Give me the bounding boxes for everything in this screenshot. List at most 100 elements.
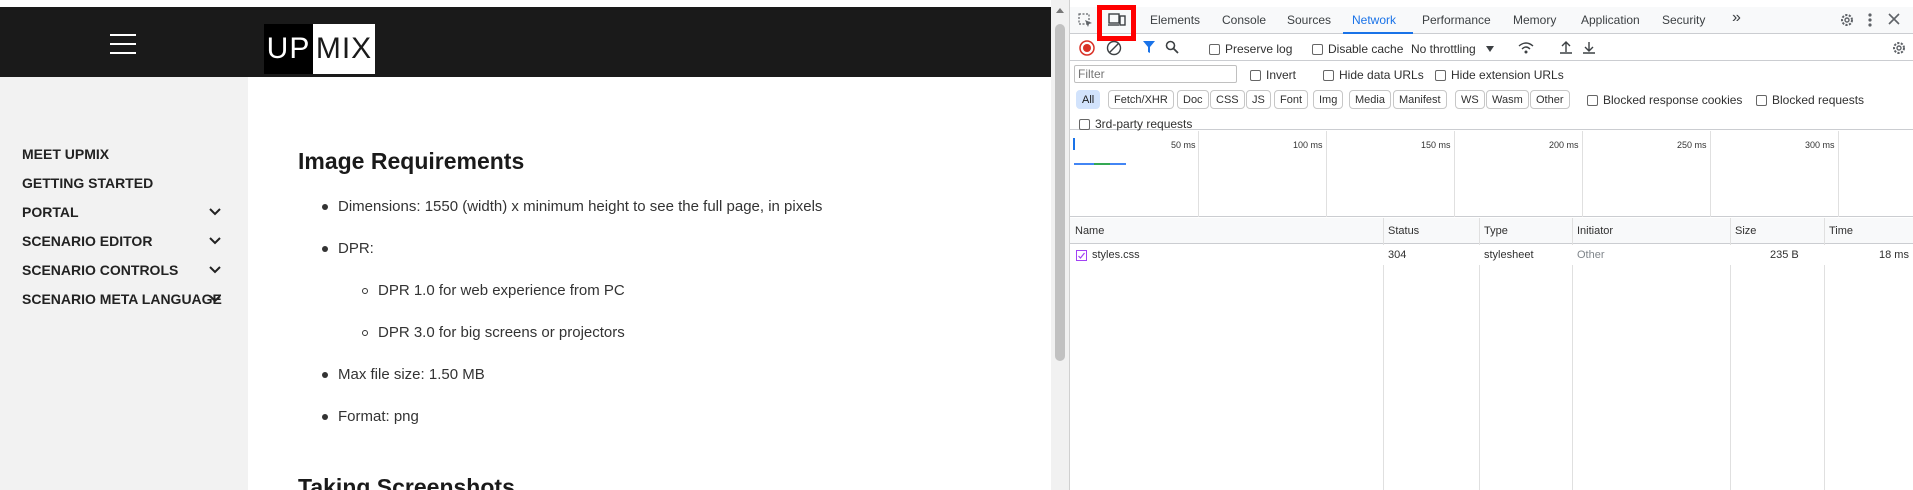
hide-extension-urls-checkbox[interactable]: Hide extension URLs: [1435, 68, 1564, 82]
site-header: UP MIX: [0, 7, 1051, 77]
tab-elements[interactable]: Elements: [1150, 13, 1200, 27]
type-filter-other[interactable]: Other: [1530, 90, 1570, 109]
type-filter-ws[interactable]: WS: [1455, 90, 1485, 109]
chevron-down-icon[interactable]: [208, 234, 222, 248]
nav-label: MEET UPMIX: [22, 146, 110, 162]
inspect-element-icon[interactable]: [1078, 13, 1094, 29]
type-filter-wasm[interactable]: Wasm: [1486, 90, 1529, 109]
scroll-thumb[interactable]: [1055, 24, 1065, 361]
type-filter-fetch-xhr[interactable]: Fetch/XHR: [1108, 90, 1174, 109]
record-stop-icon[interactable]: [1079, 40, 1095, 56]
import-har-icon[interactable]: [1559, 40, 1573, 54]
close-icon[interactable]: [1888, 13, 1900, 25]
nav-scenario-controls[interactable]: SCENARIO CONTROLS: [22, 259, 222, 281]
nav-meet-upmix[interactable]: MEET UPMIX: [22, 143, 222, 165]
chevron-down-icon[interactable]: [208, 292, 222, 306]
heading-taking-screenshots: Taking Screenshots: [298, 474, 515, 490]
tab-memory[interactable]: Memory: [1513, 13, 1556, 27]
column-type[interactable]: Type: [1484, 225, 1508, 237]
blocked-response-cookies-label: Blocked response cookies: [1603, 93, 1743, 107]
filter-input[interactable]: [1074, 65, 1237, 83]
request-name: styles.css: [1092, 249, 1140, 261]
chevron-down-icon[interactable]: [208, 205, 222, 219]
blocked-requests-checkbox[interactable]: Blocked requests: [1756, 93, 1864, 107]
timeline-gridline: [1198, 131, 1199, 217]
list-item: DPR 1.0 for web experience from PC: [362, 282, 625, 299]
preserve-log-checkbox[interactable]: Preserve log: [1209, 42, 1292, 56]
page-scrollbar[interactable]: [1051, 0, 1069, 490]
column-status[interactable]: Status: [1388, 225, 1419, 237]
column-time[interactable]: Time: [1829, 225, 1853, 237]
hamburger-menu-icon[interactable]: [110, 34, 136, 54]
scroll-up-arrow-icon[interactable]: [1056, 8, 1064, 13]
hide-data-urls-checkbox[interactable]: Hide data URLs: [1323, 68, 1424, 82]
upmix-logo[interactable]: UP MIX: [264, 24, 375, 74]
sub-bullet-text: DPR 1.0 for web experience from PC: [378, 282, 625, 299]
nav-label: SCENARIO EDITOR: [22, 233, 153, 249]
blocked-response-cookies-checkbox[interactable]: Blocked response cookies: [1587, 93, 1742, 107]
timeline-tick-label: 150 ms: [1421, 140, 1451, 150]
timeline-bar: [1094, 163, 1110, 165]
network-overview-timeline[interactable]: 50 ms 100 ms 150 ms 200 ms 250 ms 300 ms: [1070, 131, 1913, 217]
type-filter-doc[interactable]: Doc: [1177, 90, 1209, 109]
more-options-icon[interactable]: [1867, 12, 1873, 28]
search-icon[interactable]: [1165, 40, 1179, 54]
more-tabs-icon[interactable]: »: [1732, 9, 1741, 27]
disable-cache-label: Disable cache: [1328, 42, 1404, 56]
type-filter-all[interactable]: All: [1076, 90, 1101, 109]
table-row[interactable]: styles.css 304 stylesheet Other 235 B 18…: [1070, 245, 1913, 265]
network-settings-gear-icon[interactable]: [1891, 40, 1907, 56]
type-filter-css[interactable]: CSS: [1210, 90, 1245, 109]
list-item: DPR:: [322, 240, 374, 257]
column-name[interactable]: Name: [1075, 225, 1104, 237]
timeline-start-marker: [1073, 138, 1075, 150]
tab-network[interactable]: Network: [1352, 13, 1396, 27]
nav-getting-started[interactable]: GETTING STARTED: [22, 172, 222, 194]
list-item: Dimensions: 1550 (width) x minimum heigh…: [322, 198, 822, 215]
timeline-bar: [1074, 163, 1094, 165]
nav-portal[interactable]: PORTAL: [22, 201, 222, 223]
request-time: 18 ms: [1879, 249, 1909, 261]
logo-mix: MIX: [313, 24, 375, 74]
column-size[interactable]: Size: [1735, 225, 1756, 237]
bullet-text: Format: png: [338, 408, 419, 425]
clear-icon[interactable]: [1106, 40, 1122, 56]
type-filter-font[interactable]: Font: [1274, 90, 1309, 109]
disable-cache-checkbox[interactable]: Disable cache: [1312, 42, 1403, 56]
filter-bar: Invert Hide data URLs Hide extension URL…: [1070, 62, 1913, 131]
sidebar-nav: MEET UPMIX GETTING STARTED PORTAL SCENAR…: [0, 77, 248, 490]
invert-checkbox[interactable]: Invert: [1250, 68, 1296, 82]
type-filter-manifest[interactable]: Manifest: [1393, 90, 1447, 109]
timeline-tick-label: 100 ms: [1293, 140, 1323, 150]
tab-application[interactable]: Application: [1581, 13, 1640, 27]
request-type: stylesheet: [1484, 249, 1534, 261]
tab-performance[interactable]: Performance: [1422, 13, 1491, 27]
timeline-gridline: [1582, 131, 1583, 217]
chevron-down-icon[interactable]: [208, 263, 222, 277]
type-filter-img[interactable]: Img: [1313, 90, 1344, 109]
network-conditions-icon[interactable]: [1518, 41, 1534, 55]
filter-funnel-icon[interactable]: [1142, 40, 1156, 54]
nav-label: PORTAL: [22, 204, 79, 220]
nav-scenario-editor[interactable]: SCENARIO EDITOR: [22, 230, 222, 252]
timeline-tick-label: 300 ms: [1805, 140, 1835, 150]
tab-security[interactable]: Security: [1662, 13, 1705, 27]
type-filter-js[interactable]: JS: [1246, 90, 1271, 109]
type-filter-media[interactable]: Media: [1349, 90, 1391, 109]
throttling-select[interactable]: No throttling: [1411, 42, 1494, 56]
column-initiator[interactable]: Initiator: [1577, 225, 1613, 237]
list-item: Max file size: 1.50 MB: [322, 366, 485, 383]
logo-up: UP: [264, 24, 313, 74]
timeline-gridline: [1710, 131, 1711, 217]
export-har-icon[interactable]: [1582, 40, 1596, 54]
sub-bullet-text: DPR 3.0 for big screens or projectors: [378, 324, 625, 341]
tab-console[interactable]: Console: [1222, 13, 1266, 27]
third-party-requests-checkbox[interactable]: 3rd-party requests: [1079, 117, 1192, 131]
request-size: 235 B: [1770, 249, 1799, 261]
hide-data-urls-label: Hide data URLs: [1339, 68, 1424, 82]
hide-extension-urls-label: Hide extension URLs: [1451, 68, 1564, 82]
tab-sources[interactable]: Sources: [1287, 13, 1331, 27]
request-initiator: Other: [1577, 249, 1605, 261]
nav-scenario-meta-language[interactable]: SCENARIO META LANGUAGE: [22, 288, 222, 310]
settings-gear-icon[interactable]: [1839, 12, 1855, 28]
